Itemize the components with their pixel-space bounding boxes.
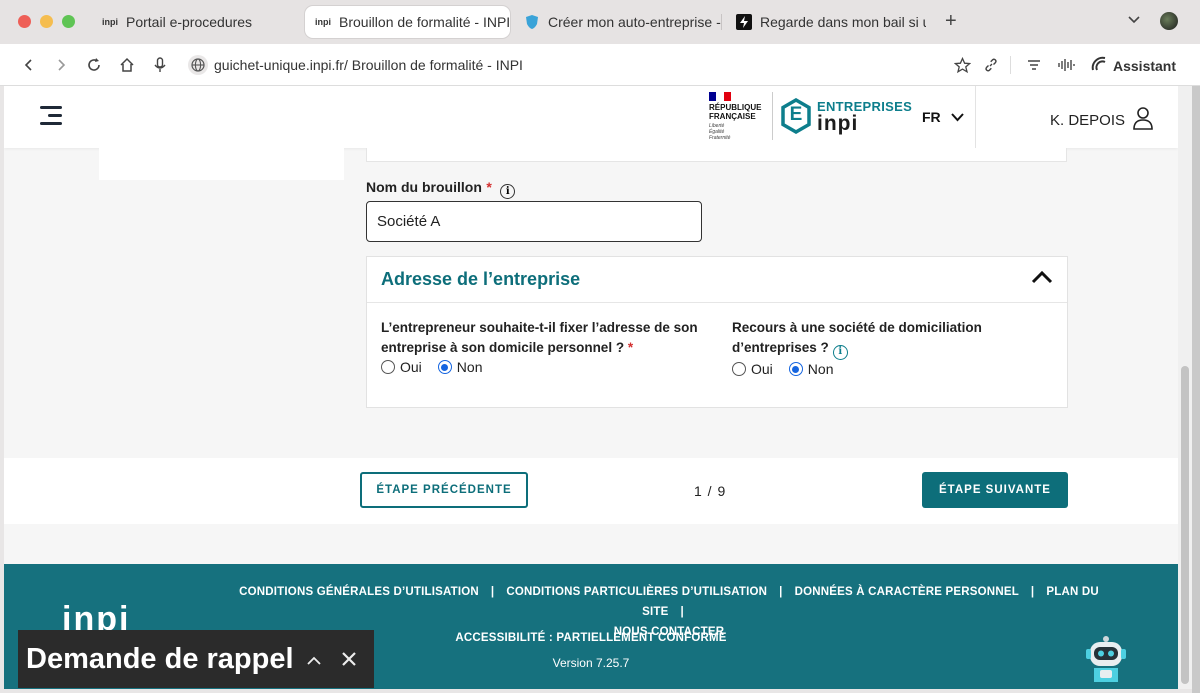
chatbot-robot-icon[interactable]: [1084, 634, 1128, 684]
shield-icon: [524, 14, 540, 30]
callback-label: Demande de rappel: [26, 642, 294, 675]
bookmark-star-icon[interactable]: [951, 54, 973, 76]
domiciliation-radio-group: Oui Non: [732, 361, 849, 377]
browser-toolbar: guichet-unique.inpi.fr / Brouillon de fo…: [0, 44, 1200, 86]
assistant-icon: [1091, 56, 1107, 75]
domiciliation-question: Recours à une société de domiciliation d…: [732, 318, 1052, 360]
domicile-question: L’entrepreneur souhaite-t-il fixer l’adr…: [381, 320, 698, 355]
tab-title: Portail e-procedures: [126, 14, 253, 30]
language-selector[interactable]: FR: [922, 109, 964, 125]
previous-card-bottom: [366, 148, 1067, 162]
info-icon[interactable]: i: [832, 344, 848, 360]
address-section-header[interactable]: Adresse de l’entreprise: [367, 257, 1067, 303]
info-icon[interactable]: i: [500, 184, 516, 199]
forward-button[interactable]: [50, 54, 72, 76]
back-button[interactable]: [18, 54, 40, 76]
bolt-icon: [736, 14, 752, 30]
tab-brouillon[interactable]: inpi Brouillon de formalité - INPI: [305, 6, 510, 38]
url-domain: guichet-unique.inpi.fr: [214, 57, 344, 73]
draft-name-input[interactable]: [366, 201, 702, 242]
previous-step-button[interactable]: ÉTAPE PRÉCÉDENTE: [360, 472, 528, 508]
domicile-non-radio[interactable]: Non: [437, 359, 482, 375]
draft-name-label: Nom du brouillon * i: [366, 179, 516, 199]
side-panel: [99, 148, 344, 180]
user-icon: [1133, 106, 1153, 134]
brand-inpi: inpi: [817, 112, 859, 135]
page-scrollbar[interactable]: [1178, 86, 1192, 689]
globe-icon: [188, 55, 208, 75]
tab-bail[interactable]: Regarde dans mon bail si un: [726, 6, 926, 38]
tab-portail[interactable]: inpi Portail e-procedures: [92, 6, 300, 38]
entreprises-hexagon-logo-icon: E: [780, 98, 812, 134]
step-counter: 1 / 9: [694, 483, 727, 499]
address-section-card: Adresse de l’entreprise L’entrepreneur s…: [366, 256, 1068, 408]
scrollbar-thumb[interactable]: [1181, 366, 1189, 684]
reader-list-icon[interactable]: [1023, 54, 1045, 76]
domicile-oui-radio[interactable]: Oui: [381, 359, 422, 375]
inpi-favicon-icon: inpi: [102, 17, 118, 27]
tab-auto-entreprise[interactable]: Créer mon auto-entreprise -: [514, 6, 722, 38]
browser-tab-bar: inpi Portail e-procedures inpi Brouillon…: [0, 0, 1200, 44]
user-account-button[interactable]: K. DEPOIS: [1050, 106, 1153, 134]
chevron-down-icon: [950, 109, 964, 125]
expand-chevron-up-icon[interactable]: [306, 649, 322, 670]
new-tab-button[interactable]: +: [945, 10, 957, 33]
chevron-up-icon[interactable]: [1031, 270, 1053, 289]
url-title: / Brouillon de formalité - INPI: [343, 57, 523, 73]
assistant-button[interactable]: Assistant: [1091, 56, 1176, 75]
microphone-icon[interactable]: [149, 54, 171, 76]
domiciliation-non-radio[interactable]: Non: [788, 361, 833, 377]
profile-avatar[interactable]: [1160, 12, 1178, 30]
tab-title: Regarde dans mon bail si un: [760, 14, 926, 30]
footer-link-cpu[interactable]: CONDITIONS PARTICULIÈRES D’UTILISATION: [506, 586, 767, 598]
domicile-radio-group: Oui Non: [381, 359, 498, 375]
tab-list-chevron-icon[interactable]: [1127, 12, 1141, 31]
address-bar[interactable]: guichet-unique.inpi.fr / Brouillon de fo…: [188, 54, 523, 76]
window-minimize-button[interactable]: [40, 15, 53, 28]
next-step-button[interactable]: ÉTAPE SUIVANTE: [922, 472, 1068, 508]
reload-icon[interactable]: [83, 54, 105, 76]
tab-title: Créer mon auto-entreprise -: [548, 14, 721, 30]
footer-link-cgu[interactable]: CONDITIONS GÉNÉRALES D’UTILISATION: [239, 586, 479, 598]
home-icon[interactable]: [116, 54, 138, 76]
callback-request-widget[interactable]: Demande de rappel: [18, 630, 374, 688]
domiciliation-oui-radio[interactable]: Oui: [732, 361, 773, 377]
menu-burger-icon[interactable]: [40, 106, 62, 126]
site-header: RÉPUBLIQUE FRANÇAISE Liberté Égalité Fra…: [4, 86, 1178, 148]
window-zoom-button[interactable]: [62, 15, 75, 28]
window-close-button[interactable]: [18, 15, 31, 28]
inpi-favicon-icon: inpi: [315, 17, 331, 27]
link-icon[interactable]: [980, 54, 1002, 76]
close-icon[interactable]: [340, 644, 358, 675]
page-content: RÉPUBLIQUE FRANÇAISE Liberté Égalité Fra…: [4, 86, 1178, 689]
republique-francaise-logo: RÉPUBLIQUE FRANÇAISE Liberté Égalité Fra…: [709, 92, 769, 144]
footer-link-donnees[interactable]: DONNÉES À CARACTÈRE PERSONNEL: [795, 586, 1019, 598]
tab-title: Brouillon de formalité - INPI: [339, 14, 510, 30]
step-navigation: ÉTAPE PRÉCÉDENTE 1 / 9 ÉTAPE SUIVANTE: [4, 458, 1178, 524]
audio-wave-icon[interactable]: [1055, 54, 1077, 76]
